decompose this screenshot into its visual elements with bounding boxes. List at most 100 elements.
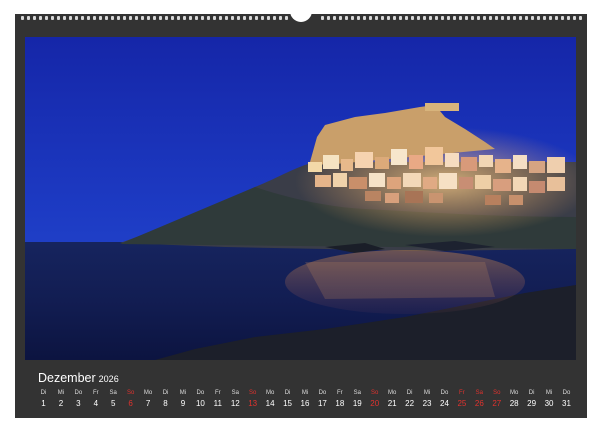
spiral-ring [441, 16, 444, 20]
spiral-ring [429, 16, 432, 20]
spiral-ring [87, 16, 90, 20]
weekday-label: Do [74, 390, 83, 396]
spiral-ring [105, 16, 108, 20]
calendar-day: Di 29 [523, 389, 540, 411]
spiral-ring [195, 16, 198, 20]
spiral-ring [543, 16, 546, 20]
spiral-ring [357, 16, 360, 20]
weekday-label: Sa [353, 390, 361, 396]
calendar-day: Sa 12 [227, 389, 244, 411]
day-number: 27 [492, 399, 502, 408]
calendar-day: So 6 [122, 389, 139, 411]
day-number: 14 [265, 399, 275, 408]
weekday-label: Fr [92, 390, 99, 396]
spiral-ring [111, 16, 114, 20]
spiral-ring [495, 16, 498, 20]
weekday-label: Di [528, 390, 535, 396]
weekday-label: Do [440, 390, 449, 396]
calendar-day: Di 1 [35, 389, 52, 411]
spiral-ring [171, 16, 174, 20]
spiral-ring [231, 16, 234, 20]
calendar-day: Mi 16 [297, 389, 314, 411]
calendar-photo [25, 37, 576, 360]
calendar-day: Do 10 [192, 389, 209, 411]
weekday-label: Di [162, 390, 169, 396]
spiral-ring [243, 16, 246, 20]
weekday-label: Sa [109, 390, 117, 396]
calendar-day: Sa 19 [349, 389, 366, 411]
spiral-ring [345, 16, 348, 20]
spiral-ring [93, 16, 96, 20]
day-number: 9 [180, 399, 186, 408]
calendar-day: Mi 9 [174, 389, 191, 411]
weekday-label: Mi [423, 390, 431, 396]
weekday-label: Fr [459, 390, 465, 396]
weekday-label: Mi [545, 390, 553, 396]
spiral-ring [375, 16, 378, 20]
weekday-label: Mi [57, 390, 65, 396]
spiral-ring [33, 16, 36, 20]
calendar-day: Di 22 [401, 389, 418, 411]
spiral-ring [135, 16, 138, 20]
calendar-day: Fr 11 [209, 389, 226, 411]
day-number: 4 [93, 399, 99, 408]
spiral-ring [369, 16, 372, 20]
coastal-town-night-photo [25, 37, 576, 360]
day-number: 19 [352, 399, 362, 408]
calendar-day: Do 3 [70, 389, 87, 411]
spiral-ring [561, 16, 564, 20]
spiral-ring [117, 16, 120, 20]
day-number: 21 [387, 399, 397, 408]
calendar-day: Fr 18 [331, 389, 348, 411]
weekday-label: So [126, 390, 135, 396]
day-number: 13 [248, 399, 258, 408]
weekday-label: So [493, 390, 501, 396]
spiral-ring [417, 16, 420, 20]
day-number: 28 [509, 399, 519, 408]
calendar-day: So 13 [244, 389, 261, 411]
spiral-ring [213, 16, 216, 20]
spiral-ring [567, 16, 570, 20]
weekday-label: Sa [475, 390, 483, 396]
calendar-day: Do 31 [558, 389, 575, 411]
spiral-ring [381, 16, 384, 20]
spiral-ring [21, 16, 24, 20]
spiral-ring [579, 16, 582, 20]
spiral-ring [153, 16, 156, 20]
day-number: 30 [544, 399, 554, 408]
calendar-day: Mo 7 [140, 389, 157, 411]
day-number: 12 [230, 399, 240, 408]
spiral-ring [273, 16, 276, 20]
calendar-day: Do 17 [314, 389, 331, 411]
spiral-ring [189, 16, 192, 20]
day-number: 20 [370, 399, 380, 408]
weekday-label: So [371, 390, 379, 396]
weekday-label: Mo [143, 390, 153, 396]
calendar-day: Di 8 [157, 389, 174, 411]
month-year: 2026 [98, 374, 119, 384]
spiral-ring [219, 16, 222, 20]
weekday-label: Mi [301, 390, 309, 396]
calendar-day: Mi 2 [52, 389, 69, 411]
calendar-day: Mi 23 [419, 389, 436, 411]
spiral-ring [351, 16, 354, 20]
weekday-label: Di [40, 390, 47, 396]
weekday-label: Fr [214, 390, 221, 396]
spiral-ring [459, 16, 462, 20]
spiral-ring [519, 16, 522, 20]
spiral-ring [129, 16, 132, 20]
spiral-ring [75, 16, 78, 20]
calendar-day: Do 24 [436, 389, 453, 411]
spiral-ring [177, 16, 180, 20]
day-number: 31 [562, 399, 571, 408]
spiral-ring [513, 16, 516, 20]
spiral-ring [69, 16, 72, 20]
calendar-day: Sa 26 [471, 389, 488, 411]
day-number: 6 [128, 399, 133, 408]
weekday-label: Mi [179, 390, 187, 396]
spiral-ring [249, 16, 252, 20]
spiral-ring [261, 16, 264, 20]
weekday-label: Do [562, 390, 571, 396]
spiral-ring [327, 16, 330, 20]
spiral-ring [465, 16, 468, 20]
